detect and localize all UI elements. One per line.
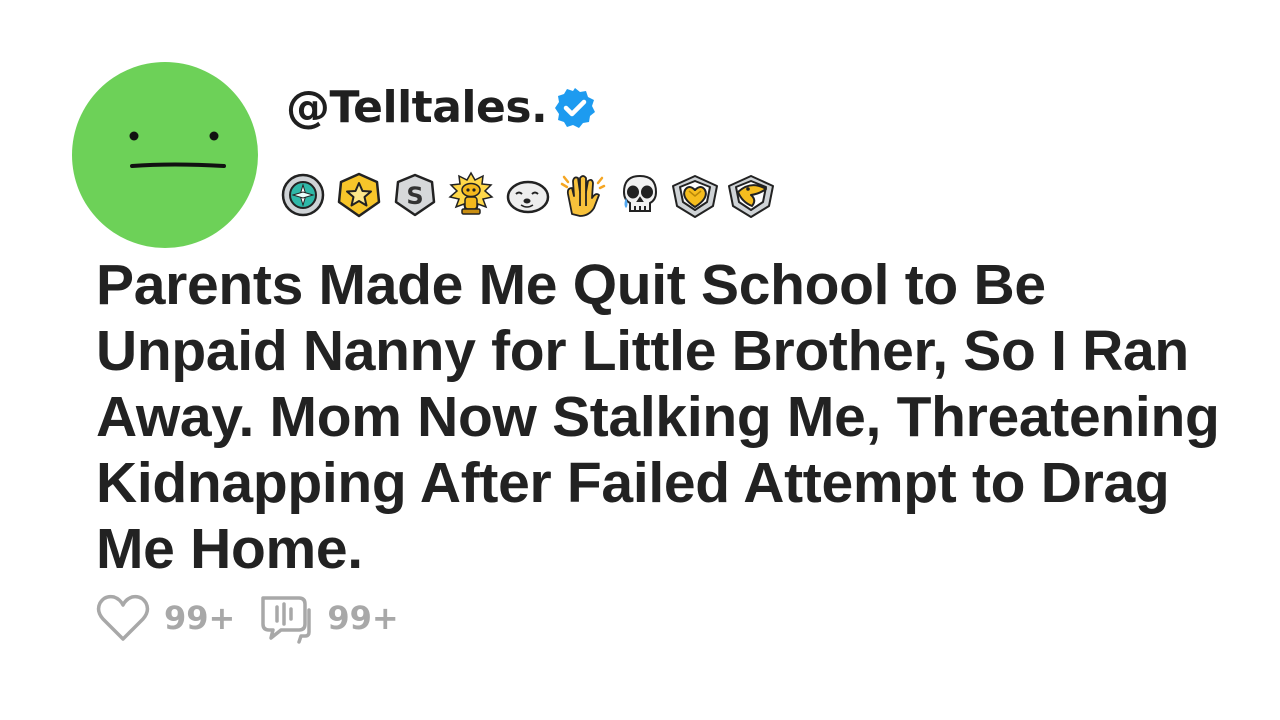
post-author[interactable]: @Telltales. xyxy=(286,82,599,133)
verified-check-icon xyxy=(555,87,596,128)
svg-text:S: S xyxy=(406,182,423,210)
clapping-hands-icon xyxy=(560,175,606,217)
comment-bubble-icon xyxy=(261,596,312,644)
crying-skull-icon xyxy=(622,174,658,212)
post-actions: 99+ 99+ xyxy=(94,592,399,644)
neutral-face-icon xyxy=(129,131,226,168)
like-button[interactable]: 99+ xyxy=(94,592,235,644)
silver-s-badge-icon: S xyxy=(394,173,436,217)
gold-beak-gem-badge-icon xyxy=(728,175,774,218)
gold-snoo-trophy-icon xyxy=(448,171,494,215)
teal-compass-badge-icon xyxy=(281,173,325,217)
like-count: 99+ xyxy=(164,599,236,637)
gold-star-badge-icon xyxy=(337,172,381,218)
badge-row: S xyxy=(278,170,776,220)
avatar[interactable] xyxy=(72,62,258,248)
author-handle[interactable]: @Telltales. xyxy=(286,82,548,133)
comment-count: 99+ xyxy=(327,599,399,637)
seal-face-icon xyxy=(506,180,550,214)
post-title: Parents Made Me Quit School to Be Unpaid… xyxy=(96,253,1220,581)
gold-heart-gem-badge-icon xyxy=(672,175,718,218)
heart-icon xyxy=(96,594,150,641)
comment-button[interactable]: 99+ xyxy=(257,592,399,644)
